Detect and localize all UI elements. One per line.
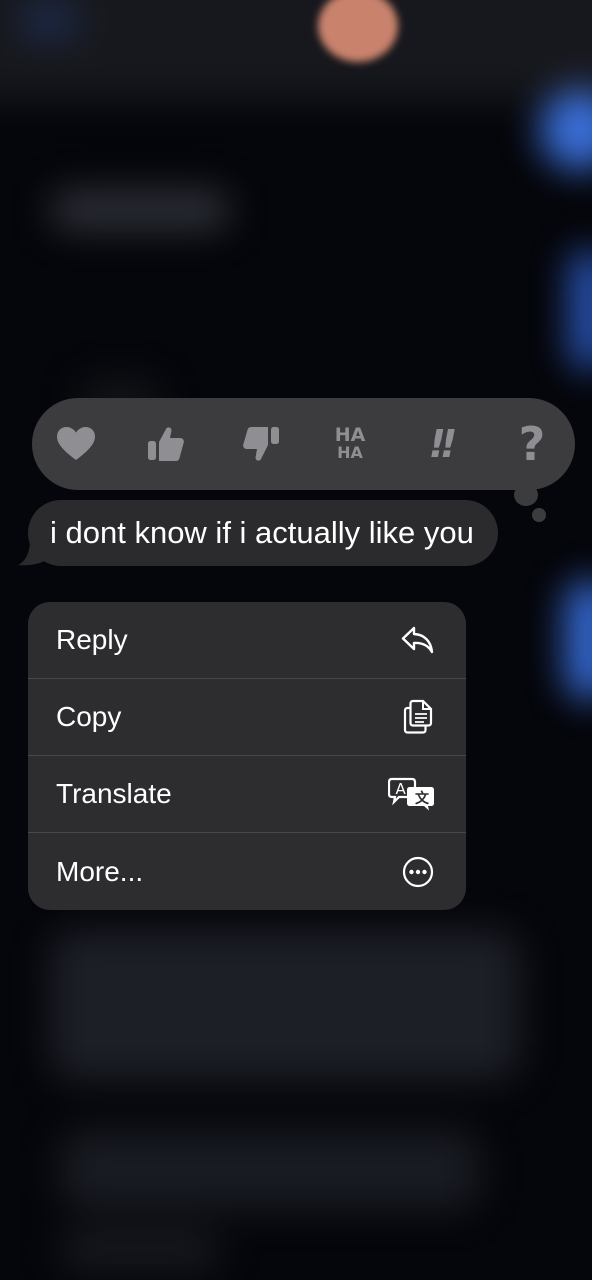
- menu-item-more[interactable]: More...: [28, 833, 466, 910]
- blurred-message: [60, 1230, 220, 1270]
- menu-item-label: Reply: [56, 624, 128, 655]
- menu-item-label: Translate: [56, 778, 172, 809]
- reaction-question[interactable]: ?: [502, 398, 562, 490]
- blurred-back-button: [20, 0, 80, 40]
- blurred-sent-message: [540, 90, 592, 170]
- blurred-message: [50, 190, 230, 230]
- reaction-thumbs-down[interactable]: [230, 398, 290, 490]
- reply-icon: [400, 622, 436, 658]
- menu-item-label: Copy: [56, 701, 122, 732]
- tapback-reaction-bar: HA HA !! ?: [32, 398, 575, 490]
- thumbs-up-icon: [148, 427, 184, 461]
- context-menu: Reply Copy Translate A 文 More...: [28, 602, 466, 910]
- blurred-sent-message: [570, 250, 592, 370]
- svg-text:A: A: [396, 780, 407, 798]
- reaction-bar-tail: [532, 508, 546, 522]
- blurred-header: [0, 0, 592, 100]
- reaction-heart[interactable]: [46, 398, 106, 490]
- thumbs-down-icon: [243, 427, 279, 461]
- copy-icon: [400, 699, 436, 735]
- blurred-message: [60, 1130, 480, 1210]
- menu-item-label: More...: [56, 855, 144, 887]
- message-text: i dont know if i actually like you: [50, 515, 474, 550]
- exclamation-icon: !!: [428, 422, 458, 466]
- reaction-bar-tail: [514, 484, 538, 506]
- reaction-emphasize[interactable]: !!: [410, 398, 470, 490]
- heart-icon: [57, 427, 95, 460]
- menu-item-translate[interactable]: Translate A 文: [28, 756, 466, 833]
- menu-item-reply[interactable]: Reply: [28, 602, 466, 679]
- reaction-thumbs-up[interactable]: [136, 398, 196, 490]
- message-bubble[interactable]: i dont know if i actually like you: [28, 500, 498, 566]
- reaction-haha[interactable]: HA HA: [320, 398, 380, 490]
- blurred-sent-message: [565, 580, 592, 700]
- question-mark-icon: ?: [518, 417, 546, 471]
- blurred-message: [50, 930, 520, 1080]
- svg-text:文: 文: [415, 790, 430, 807]
- menu-item-copy[interactable]: Copy: [28, 679, 466, 756]
- translate-icon: A 文: [388, 776, 436, 812]
- more-icon: [400, 854, 436, 890]
- haha-icon: HA HA: [334, 424, 366, 462]
- messages-screen: HA HA !! ? i dont know if i actually lik…: [0, 0, 592, 1280]
